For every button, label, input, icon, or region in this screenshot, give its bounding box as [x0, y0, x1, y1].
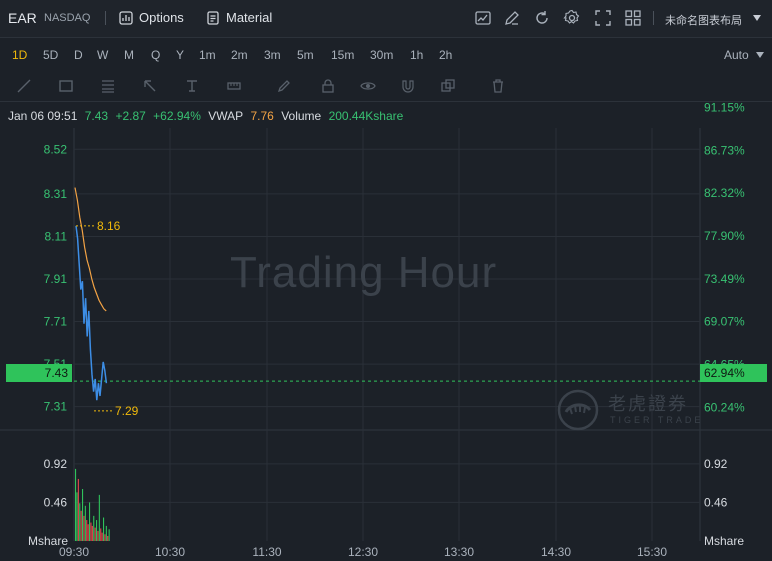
time-tick-label: 12:30	[348, 545, 378, 559]
price-series-line	[75, 225, 108, 401]
volume-bar	[90, 522, 92, 541]
volume-bar	[86, 520, 88, 541]
volume-bar	[104, 534, 106, 541]
volume-bar	[87, 524, 89, 541]
volume-bar	[80, 510, 82, 541]
volume-bar	[96, 520, 98, 541]
volume-bar	[93, 515, 95, 541]
volume-bar	[77, 478, 79, 541]
volume-tick-label: 0.46	[44, 495, 68, 509]
price-tick-label: 7.91	[44, 272, 68, 286]
volume-bar	[91, 525, 93, 541]
volume-bar	[94, 527, 96, 541]
volume-bar	[75, 468, 77, 541]
percent-tick-label: 86.73%	[704, 143, 745, 157]
volume-unit-label: Mshare	[28, 534, 68, 548]
price-tick-label: 7.71	[44, 315, 68, 329]
high-marker-label: 8.16	[97, 219, 121, 233]
volume-unit-label: Mshare	[704, 534, 744, 548]
time-tick-label: 15:30	[637, 545, 667, 559]
price-tick-label: 8.11	[45, 229, 68, 243]
time-tick-label: 11:30	[252, 545, 281, 559]
volume-bar	[105, 525, 107, 541]
volume-bar	[101, 532, 103, 541]
brand-watermark: 老虎證券 TIGER TRADE	[556, 388, 716, 432]
percent-tick-label: 82.32%	[704, 186, 745, 200]
volume-bar	[107, 535, 109, 541]
brand-name: 老虎證券	[608, 394, 688, 414]
percent-tick-label: 73.49%	[704, 272, 745, 286]
trading-hour-watermark: Trading Hour	[230, 248, 498, 297]
time-tick-label: 13:30	[444, 545, 474, 559]
volume-bar	[82, 489, 84, 541]
volume-bar	[100, 528, 102, 541]
volume-bar	[103, 517, 105, 541]
volume-bar	[79, 503, 81, 541]
volume-tick-label: 0.46	[704, 495, 728, 509]
current-price-badge: 7.43	[6, 364, 72, 382]
percent-tick-label: 77.90%	[704, 229, 745, 243]
volume-tick-label: 0.92	[704, 457, 728, 471]
vwap-series-line	[74, 187, 107, 312]
volume-bar	[84, 505, 86, 541]
low-marker-label: 7.29	[115, 404, 139, 418]
volume-bar	[83, 515, 85, 541]
current-pct-badge: 62.94%	[700, 364, 767, 382]
price-tick-label: 8.31	[44, 187, 68, 201]
time-tick-label: 10:30	[155, 545, 185, 559]
brand-name-en: TIGER TRADE	[610, 415, 704, 425]
volume-bar	[89, 502, 91, 541]
tiger-logo-icon	[557, 389, 599, 431]
price-tick-label: 7.31	[44, 400, 68, 414]
volume-tick-label: 0.92	[44, 457, 68, 471]
price-tick-label: 8.52	[44, 142, 68, 156]
percent-tick-label: 69.07%	[704, 315, 745, 329]
volume-bar	[76, 492, 78, 541]
volume-bar	[108, 529, 110, 541]
volume-bar	[98, 494, 100, 541]
percent-tick-label: 91.15%	[704, 100, 745, 114]
time-tick-label: 14:30	[541, 545, 571, 559]
volume-bar	[97, 530, 99, 541]
